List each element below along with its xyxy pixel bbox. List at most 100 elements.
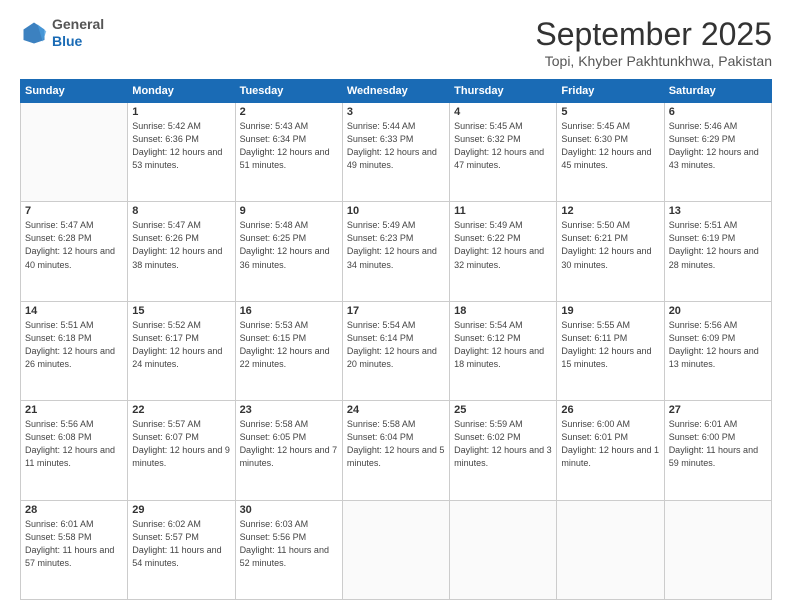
day-info: Sunrise: 5:59 AMSunset: 6:02 PMDaylight:… xyxy=(454,419,552,468)
day-number: 5 xyxy=(561,106,659,118)
day-number: 1 xyxy=(132,106,230,118)
location-subtitle: Topi, Khyber Pakhtunkhwa, Pakistan xyxy=(535,53,772,69)
day-number: 12 xyxy=(561,205,659,217)
day-cell: 30 Sunrise: 6:03 AMSunset: 5:56 PMDaylig… xyxy=(235,500,342,599)
logo-icon xyxy=(20,19,48,47)
day-info: Sunrise: 5:49 AMSunset: 6:23 PMDaylight:… xyxy=(347,220,437,269)
week-row-2: 7 Sunrise: 5:47 AMSunset: 6:28 PMDayligh… xyxy=(21,202,772,301)
day-cell: 18 Sunrise: 5:54 AMSunset: 6:12 PMDaylig… xyxy=(450,301,557,400)
day-info: Sunrise: 5:51 AMSunset: 6:18 PMDaylight:… xyxy=(25,320,115,369)
day-number: 17 xyxy=(347,305,445,317)
day-info: Sunrise: 5:48 AMSunset: 6:25 PMDaylight:… xyxy=(240,220,330,269)
logo: General Blue xyxy=(20,16,104,50)
day-cell: 19 Sunrise: 5:55 AMSunset: 6:11 PMDaylig… xyxy=(557,301,664,400)
day-cell: 21 Sunrise: 5:56 AMSunset: 6:08 PMDaylig… xyxy=(21,401,128,500)
day-number: 24 xyxy=(347,404,445,416)
day-number: 19 xyxy=(561,305,659,317)
day-number: 13 xyxy=(669,205,767,217)
day-number: 8 xyxy=(132,205,230,217)
day-info: Sunrise: 5:51 AMSunset: 6:19 PMDaylight:… xyxy=(669,220,759,269)
page: General Blue September 2025 Topi, Khyber… xyxy=(0,0,792,612)
day-number: 4 xyxy=(454,106,552,118)
day-number: 29 xyxy=(132,504,230,516)
day-cell: 20 Sunrise: 5:56 AMSunset: 6:09 PMDaylig… xyxy=(664,301,771,400)
day-cell: 4 Sunrise: 5:45 AMSunset: 6:32 PMDayligh… xyxy=(450,103,557,202)
day-info: Sunrise: 6:02 AMSunset: 5:57 PMDaylight:… xyxy=(132,519,221,568)
day-info: Sunrise: 5:43 AMSunset: 6:34 PMDaylight:… xyxy=(240,121,330,170)
day-cell: 16 Sunrise: 5:53 AMSunset: 6:15 PMDaylig… xyxy=(235,301,342,400)
day-number: 16 xyxy=(240,305,338,317)
day-number: 14 xyxy=(25,305,123,317)
day-cell: 22 Sunrise: 5:57 AMSunset: 6:07 PMDaylig… xyxy=(128,401,235,500)
day-cell xyxy=(557,500,664,599)
day-info: Sunrise: 5:44 AMSunset: 6:33 PMDaylight:… xyxy=(347,121,437,170)
day-cell xyxy=(664,500,771,599)
day-cell: 8 Sunrise: 5:47 AMSunset: 6:26 PMDayligh… xyxy=(128,202,235,301)
day-number: 9 xyxy=(240,205,338,217)
day-number: 22 xyxy=(132,404,230,416)
day-cell: 28 Sunrise: 6:01 AMSunset: 5:58 PMDaylig… xyxy=(21,500,128,599)
day-number: 3 xyxy=(347,106,445,118)
col-wednesday: Wednesday xyxy=(342,80,449,103)
day-number: 6 xyxy=(669,106,767,118)
day-info: Sunrise: 5:42 AMSunset: 6:36 PMDaylight:… xyxy=(132,121,222,170)
day-number: 7 xyxy=(25,205,123,217)
week-row-3: 14 Sunrise: 5:51 AMSunset: 6:18 PMDaylig… xyxy=(21,301,772,400)
day-number: 15 xyxy=(132,305,230,317)
day-info: Sunrise: 5:47 AMSunset: 6:28 PMDaylight:… xyxy=(25,220,115,269)
week-row-5: 28 Sunrise: 6:01 AMSunset: 5:58 PMDaylig… xyxy=(21,500,772,599)
col-monday: Monday xyxy=(128,80,235,103)
day-cell: 11 Sunrise: 5:49 AMSunset: 6:22 PMDaylig… xyxy=(450,202,557,301)
day-info: Sunrise: 5:50 AMSunset: 6:21 PMDaylight:… xyxy=(561,220,651,269)
day-info: Sunrise: 5:52 AMSunset: 6:17 PMDaylight:… xyxy=(132,320,222,369)
day-info: Sunrise: 6:00 AMSunset: 6:01 PMDaylight:… xyxy=(561,419,659,468)
day-info: Sunrise: 5:58 AMSunset: 6:04 PMDaylight:… xyxy=(347,419,445,468)
day-number: 23 xyxy=(240,404,338,416)
logo-text: General Blue xyxy=(52,16,104,50)
day-info: Sunrise: 5:54 AMSunset: 6:12 PMDaylight:… xyxy=(454,320,544,369)
day-number: 27 xyxy=(669,404,767,416)
day-number: 18 xyxy=(454,305,552,317)
col-friday: Friday xyxy=(557,80,664,103)
day-info: Sunrise: 5:58 AMSunset: 6:05 PMDaylight:… xyxy=(240,419,338,468)
day-cell xyxy=(342,500,449,599)
calendar-header-row: Sunday Monday Tuesday Wednesday Thursday… xyxy=(21,80,772,103)
day-cell: 17 Sunrise: 5:54 AMSunset: 6:14 PMDaylig… xyxy=(342,301,449,400)
day-cell: 3 Sunrise: 5:44 AMSunset: 6:33 PMDayligh… xyxy=(342,103,449,202)
day-cell: 5 Sunrise: 5:45 AMSunset: 6:30 PMDayligh… xyxy=(557,103,664,202)
day-cell: 25 Sunrise: 5:59 AMSunset: 6:02 PMDaylig… xyxy=(450,401,557,500)
day-number: 21 xyxy=(25,404,123,416)
day-info: Sunrise: 5:57 AMSunset: 6:07 PMDaylight:… xyxy=(132,419,230,468)
calendar-table: Sunday Monday Tuesday Wednesday Thursday… xyxy=(20,79,772,600)
day-info: Sunrise: 5:54 AMSunset: 6:14 PMDaylight:… xyxy=(347,320,437,369)
day-cell: 6 Sunrise: 5:46 AMSunset: 6:29 PMDayligh… xyxy=(664,103,771,202)
day-number: 28 xyxy=(25,504,123,516)
header: General Blue September 2025 Topi, Khyber… xyxy=(20,16,772,69)
week-row-1: 1 Sunrise: 5:42 AMSunset: 6:36 PMDayligh… xyxy=(21,103,772,202)
day-number: 25 xyxy=(454,404,552,416)
col-tuesday: Tuesday xyxy=(235,80,342,103)
day-info: Sunrise: 5:49 AMSunset: 6:22 PMDaylight:… xyxy=(454,220,544,269)
day-cell: 26 Sunrise: 6:00 AMSunset: 6:01 PMDaylig… xyxy=(557,401,664,500)
day-info: Sunrise: 5:56 AMSunset: 6:08 PMDaylight:… xyxy=(25,419,115,468)
day-cell: 12 Sunrise: 5:50 AMSunset: 6:21 PMDaylig… xyxy=(557,202,664,301)
month-title: September 2025 xyxy=(535,16,772,53)
day-cell: 15 Sunrise: 5:52 AMSunset: 6:17 PMDaylig… xyxy=(128,301,235,400)
col-saturday: Saturday xyxy=(664,80,771,103)
day-info: Sunrise: 5:53 AMSunset: 6:15 PMDaylight:… xyxy=(240,320,330,369)
day-info: Sunrise: 6:01 AMSunset: 5:58 PMDaylight:… xyxy=(25,519,114,568)
day-cell: 29 Sunrise: 6:02 AMSunset: 5:57 PMDaylig… xyxy=(128,500,235,599)
day-info: Sunrise: 5:56 AMSunset: 6:09 PMDaylight:… xyxy=(669,320,759,369)
logo-blue-text: Blue xyxy=(52,33,82,49)
day-number: 26 xyxy=(561,404,659,416)
day-number: 10 xyxy=(347,205,445,217)
day-cell xyxy=(450,500,557,599)
day-info: Sunrise: 5:45 AMSunset: 6:32 PMDaylight:… xyxy=(454,121,544,170)
day-info: Sunrise: 5:45 AMSunset: 6:30 PMDaylight:… xyxy=(561,121,651,170)
col-thursday: Thursday xyxy=(450,80,557,103)
day-number: 2 xyxy=(240,106,338,118)
day-number: 30 xyxy=(240,504,338,516)
day-cell: 10 Sunrise: 5:49 AMSunset: 6:23 PMDaylig… xyxy=(342,202,449,301)
day-info: Sunrise: 5:46 AMSunset: 6:29 PMDaylight:… xyxy=(669,121,759,170)
day-cell: 2 Sunrise: 5:43 AMSunset: 6:34 PMDayligh… xyxy=(235,103,342,202)
